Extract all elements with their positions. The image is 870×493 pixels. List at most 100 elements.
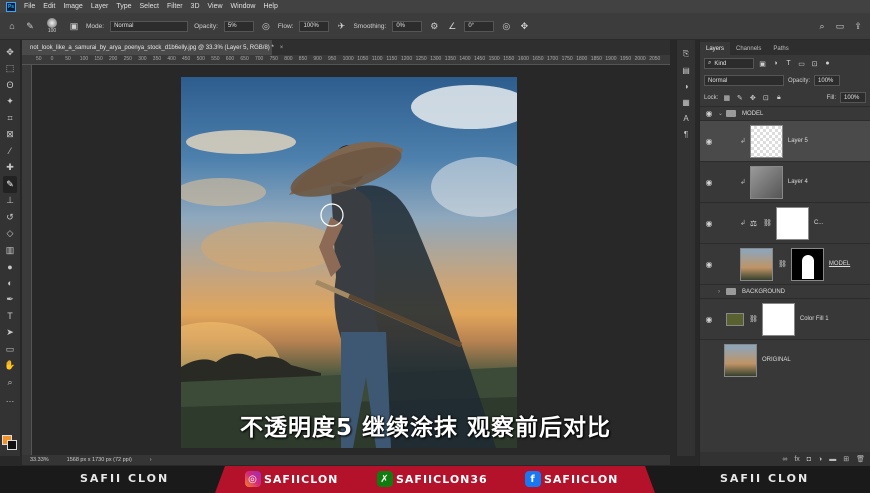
visibility-eye-icon[interactable]: ◉ [700, 178, 718, 187]
chevron-right-icon[interactable]: › [718, 289, 726, 295]
menu-window[interactable]: Window [231, 3, 256, 10]
clone-stamp-tool-icon[interactable]: ⊥ [3, 193, 17, 210]
zoom-level[interactable]: 33.33% [30, 457, 49, 463]
pressure-opacity-icon[interactable]: ◎ [260, 20, 272, 32]
brush-tool-icon[interactable]: ✎ [24, 20, 36, 32]
dodge-tool-icon[interactable]: ◐ [3, 275, 17, 292]
layer-group-model[interactable]: ◉ ⌄ MODEL [700, 106, 870, 120]
frame-tool-icon[interactable]: ⊠ [3, 127, 17, 144]
workspace-icon[interactable]: ▭ [834, 20, 846, 32]
menu-select[interactable]: Select [140, 3, 159, 10]
blur-tool-icon[interactable]: ● [3, 259, 17, 276]
visibility-eye-icon[interactable]: ◉ [700, 260, 718, 269]
visibility-eye-icon[interactable]: ◉ [700, 219, 718, 228]
quick-select-tool-icon[interactable]: ✦ [3, 94, 17, 111]
menu-edit[interactable]: Edit [43, 3, 55, 10]
layer-style-icon[interactable]: fx [794, 456, 799, 463]
marquee-tool-icon[interactable]: ⬚ [3, 61, 17, 78]
smoothing-options-gear-icon[interactable]: ⚙ [428, 20, 440, 32]
eyedropper-tool-icon[interactable]: ⁄ [3, 143, 17, 160]
visibility-eye-icon[interactable]: ◉ [700, 137, 718, 146]
visibility-eye-icon[interactable]: ◉ [700, 315, 718, 324]
lock-all-icon[interactable]: 🔒︎ [774, 92, 783, 103]
crop-tool-icon[interactable]: ⌗ [3, 110, 17, 127]
document-tab[interactable]: not_look_like_a_samurai_by_arya_poenya_s… [22, 40, 283, 55]
layer-layer-4[interactable]: ◉ ↲ Layer 4 [700, 161, 870, 202]
adjustments-panel-icon[interactable]: ◑ [680, 78, 692, 94]
airbrush-icon[interactable]: ✈ [335, 20, 347, 32]
share-icon[interactable]: ⇪ [852, 20, 864, 32]
menu-file[interactable]: File [24, 3, 35, 10]
history-panel-icon[interactable]: ⎘ [680, 46, 692, 62]
image-filter-icon[interactable]: ▣ [758, 58, 767, 69]
fill-field[interactable]: 100% [840, 92, 866, 103]
history-brush-tool-icon[interactable]: ↺ [3, 209, 17, 226]
layer-model-masked[interactable]: ◉ ⛓ MODEL [700, 243, 870, 284]
character-panel-icon[interactable]: A [680, 110, 692, 126]
trash-icon[interactable]: 🗑︎ [856, 455, 865, 463]
tab-paths[interactable]: Paths [767, 42, 794, 55]
search-icon[interactable]: ⌕ [816, 20, 828, 32]
pen-tool-icon[interactable]: ✒ [3, 292, 17, 309]
new-adjustment-icon[interactable]: ◑ [818, 456, 822, 463]
new-layer-icon[interactable]: ⊞ [843, 455, 849, 463]
layer-curves-adjustment[interactable]: ◉ ↲ ⚖ ⛓ C... [700, 202, 870, 243]
menu-filter[interactable]: Filter [167, 3, 183, 10]
tab-layers[interactable]: Layers [700, 42, 731, 55]
properties-panel-icon[interactable]: ▤ [680, 62, 692, 78]
path-selection-tool-icon[interactable]: ➤ [3, 325, 17, 342]
document-image[interactable] [181, 77, 517, 448]
new-group-icon[interactable]: ▬ [829, 456, 836, 463]
lock-transparency-icon[interactable]: ▦ [722, 92, 731, 103]
more-tools-icon[interactable]: … [3, 391, 17, 408]
brush-settings-icon[interactable]: ▣ [68, 20, 80, 32]
layer-kind-filter[interactable]: ⌕ Kind [704, 58, 754, 69]
lock-position-icon[interactable]: ✥ [748, 92, 757, 103]
type-filter-icon[interactable]: T [784, 58, 793, 69]
rectangle-tool-icon[interactable]: ▭ [3, 341, 17, 358]
libraries-panel-icon[interactable]: ▦ [680, 94, 692, 110]
smoothing-field[interactable]: 0% [392, 20, 423, 32]
gradient-tool-icon[interactable]: ▥ [3, 242, 17, 259]
layer-layer-5[interactable]: ◉ ↲ Layer 5 [700, 120, 870, 161]
eraser-tool-icon[interactable]: ◇ [3, 226, 17, 243]
angle-field[interactable]: 0° [464, 20, 495, 32]
paragraph-panel-icon[interactable]: ¶ [680, 126, 692, 142]
brush-preset-picker[interactable]: 100 [42, 18, 62, 34]
menu-3d[interactable]: 3D [191, 3, 200, 10]
layer-opacity-field[interactable]: 100% [814, 75, 841, 86]
adjustment-filter-icon[interactable]: ◑ [771, 58, 780, 69]
opacity-field[interactable]: 5% [223, 20, 254, 32]
pressure-size-icon[interactable]: ◎ [500, 20, 512, 32]
photoshop-logo-icon[interactable]: Ps [6, 1, 16, 12]
shape-filter-icon[interactable]: ▭ [797, 58, 806, 69]
lock-pixels-icon[interactable]: ✎ [735, 92, 744, 103]
layer-color-fill-1[interactable]: ◉ ⛓ Color Fill 1 [700, 298, 870, 339]
status-arrow-icon[interactable]: › [150, 457, 152, 463]
link-layers-icon[interactable]: ∞ [782, 456, 787, 463]
menu-view[interactable]: View [208, 3, 223, 10]
filter-toggle-icon[interactable]: ● [823, 58, 832, 69]
blend-mode-select[interactable]: Normal [704, 75, 784, 86]
healing-brush-tool-icon[interactable]: ✚ [3, 160, 17, 177]
move-tool-icon[interactable]: ✥ [3, 44, 17, 61]
home-icon[interactable]: ⌂ [6, 20, 18, 32]
smart-object-filter-icon[interactable]: ⊡ [810, 58, 819, 69]
zoom-tool-icon[interactable]: ⌕ [3, 374, 17, 391]
lasso-tool-icon[interactable]: ʘ [3, 77, 17, 94]
tab-channels[interactable]: Channels [730, 42, 767, 55]
lock-artboard-icon[interactable]: ⊡ [761, 92, 770, 103]
layer-group-background[interactable]: › BACKGROUND [700, 284, 870, 298]
type-tool-icon[interactable]: T [3, 308, 17, 325]
background-color-swatch[interactable] [7, 440, 17, 450]
symmetry-icon[interactable]: ✥ [518, 20, 530, 32]
visibility-eye-icon[interactable]: ◉ [700, 109, 718, 118]
menu-layer[interactable]: Layer [91, 3, 109, 10]
hand-tool-icon[interactable]: ✋ [3, 358, 17, 375]
chevron-down-icon[interactable]: ⌄ [718, 110, 726, 117]
menu-image[interactable]: Image [63, 3, 82, 10]
menu-help[interactable]: Help [263, 3, 277, 10]
add-mask-icon[interactable]: ◘ [807, 456, 811, 463]
brush-tool-icon[interactable]: ✎ [3, 176, 17, 193]
flow-field[interactable]: 100% [299, 20, 330, 32]
